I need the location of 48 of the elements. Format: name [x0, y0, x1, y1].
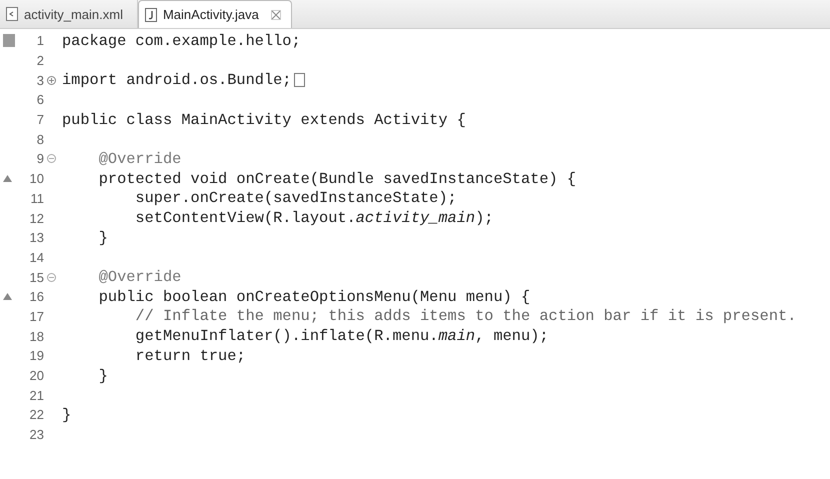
line-number: 17: [30, 308, 44, 324]
collapse-icon[interactable]: [46, 154, 56, 164]
code-line: // Inflate the menu; this adds items to the action bar if it is present.: [134, 307, 796, 326]
line-number: 9: [36, 151, 44, 166]
line-number: 15: [30, 270, 44, 285]
code-line: @Override: [98, 150, 182, 168]
line-number: 22: [30, 407, 44, 422]
java-file-icon: [144, 8, 157, 22]
line-number: 16: [30, 289, 44, 304]
line-number: 14: [30, 250, 44, 265]
editor-tab[interactable]: activity_main.xml: [0, 0, 138, 28]
line-number: 2: [36, 53, 44, 68]
line-number: 6: [36, 92, 44, 108]
code-line: super.onCreate(savedInstanceState);: [134, 189, 457, 208]
code-line: }: [61, 406, 72, 424]
line-number: 11: [30, 190, 44, 206]
editor-tab[interactable]: MainActivity.java: [138, 0, 292, 28]
code-line: }: [98, 366, 108, 385]
line-number: 23: [30, 427, 44, 442]
line-number: 19: [30, 348, 44, 364]
code-line: getMenuInflater().inflate(R.menu.main, menu);: [134, 327, 549, 346]
code-line: setContentView(R.layout.activity_main);: [134, 209, 494, 228]
code-line: @Override: [98, 268, 182, 286]
line-number: 21: [30, 388, 44, 403]
code-line: public class MainActivity extends Activity {: [61, 110, 466, 129]
xml-file-icon: [6, 7, 18, 21]
code-line: import android.os.Bundle;: [61, 71, 292, 90]
line-number: 3: [36, 72, 44, 88]
line-number: 20: [30, 368, 44, 384]
code-line: public boolean onCreateOptionsMenu(Menu menu) {: [98, 288, 530, 306]
code-line: }: [98, 228, 108, 247]
line-number: 8: [36, 132, 44, 147]
close-icon[interactable]: [270, 10, 281, 20]
collapse-icon[interactable]: [46, 272, 56, 282]
triangle-icon: [3, 175, 12, 182]
line-number: 1: [36, 33, 44, 48]
line-number: 7: [36, 112, 44, 128]
line-number: 10: [30, 171, 44, 186]
code-line: return true;: [134, 346, 246, 365]
code-line: protected void onCreate(Bundle savedInstanceState) {: [98, 170, 576, 188]
folded-code-marker[interactable]: [294, 73, 304, 88]
bookmark-marker: [3, 34, 15, 48]
line-number: 13: [30, 230, 44, 246]
triangle-icon: [3, 293, 12, 300]
code-line: package com.example.hello;: [61, 32, 301, 50]
line-number: 12: [30, 210, 44, 226]
line-number: 18: [30, 328, 44, 344]
expand-icon[interactable]: [46, 76, 56, 85]
